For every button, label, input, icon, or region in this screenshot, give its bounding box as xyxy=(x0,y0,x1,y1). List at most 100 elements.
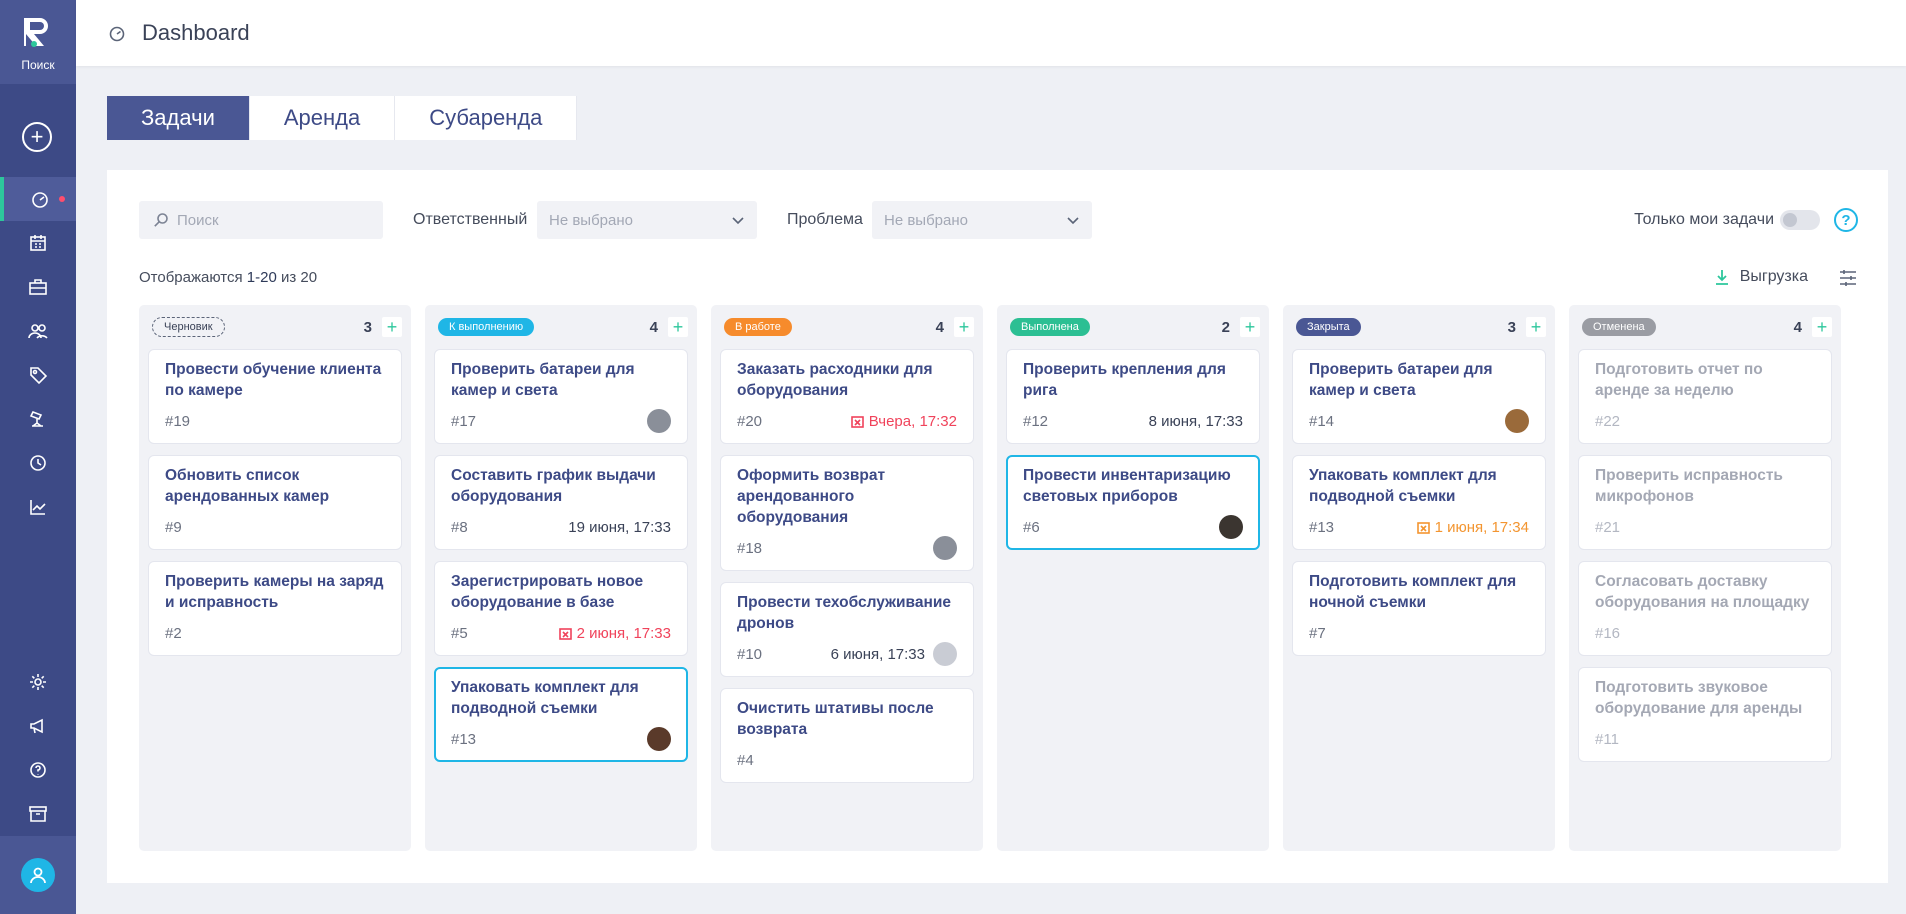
task-meta: 19 июня, 17:33 xyxy=(568,519,671,536)
search-input[interactable]: Поиск xyxy=(139,201,383,239)
add-task-button[interactable]: + xyxy=(954,317,974,337)
responsible-select[interactable]: Не выбрано xyxy=(537,201,757,239)
task-card[interactable]: Оформить возврат арендованного оборудова… xyxy=(720,455,974,571)
results-counter: Отображаются 1-20 из 20 xyxy=(139,269,317,286)
task-due-date: 19 июня, 17:33 xyxy=(568,519,671,536)
task-card[interactable]: Проверить камеры на заряд и исправность #… xyxy=(148,561,402,656)
search-placeholder: Поиск xyxy=(177,211,219,229)
task-meta xyxy=(647,727,671,751)
sidebar-item-reports[interactable] xyxy=(0,485,76,529)
download-icon xyxy=(1715,270,1728,285)
assignee-avatar[interactable] xyxy=(647,727,671,751)
tab-subrent[interactable]: Субаренда xyxy=(395,96,578,140)
task-card[interactable]: Провести инвентаризацию световых приборо… xyxy=(1006,455,1260,550)
task-meta: 8 июня, 17:33 xyxy=(1149,413,1243,430)
user-icon xyxy=(30,867,46,884)
task-meta: 1 июня, 17:34 xyxy=(1416,519,1529,536)
chart-icon xyxy=(30,500,46,515)
columns-settings-icon[interactable] xyxy=(1838,268,1858,288)
task-card[interactable]: Подготовить комплект для ночной съемки #7 xyxy=(1292,561,1546,656)
sidebar-header[interactable]: Поиск xyxy=(0,0,76,84)
sidebar-item-tags[interactable] xyxy=(0,353,76,397)
add-task-button[interactable]: + xyxy=(1526,317,1546,337)
column-count: 4 xyxy=(649,318,658,336)
task-card[interactable]: Проверить крепления для рига #12 8 июня, 1… xyxy=(1006,349,1260,444)
profile-avatar[interactable] xyxy=(21,858,55,892)
task-meta: 6 июня, 17:33 xyxy=(831,642,957,666)
task-id: #14 xyxy=(1309,412,1335,430)
kanban-column: Черновик 3 + Провести обучение клиента по к… xyxy=(139,305,411,851)
task-footer: #11 xyxy=(1595,727,1815,751)
task-card[interactable]: Заказать расходники для оборудования #20 В… xyxy=(720,349,974,444)
task-card[interactable]: Составить график выдачи оборудования #8 19… xyxy=(434,455,688,550)
task-card[interactable]: Зарегистрировать новое оборудование в ба… xyxy=(434,561,688,656)
assignee-avatar[interactable] xyxy=(1505,409,1529,433)
task-due-date: 2 июня, 17:33 xyxy=(558,625,671,642)
task-id: #19 xyxy=(165,412,191,430)
task-card[interactable]: Согласовать доставку оборудования на пло… xyxy=(1578,561,1832,656)
task-footer: #8 19 июня, 17:33 xyxy=(451,515,671,539)
task-card[interactable]: Проверить батареи для камер и света #14 xyxy=(1292,349,1546,444)
add-task-button[interactable]: + xyxy=(668,317,688,337)
task-meta xyxy=(647,409,671,433)
problem-select[interactable]: Не выбрано xyxy=(872,201,1092,239)
task-title: Зарегистрировать новое оборудование в ба… xyxy=(451,573,644,611)
assignee-avatar[interactable] xyxy=(647,409,671,433)
task-footer: #13 xyxy=(451,727,671,751)
add-task-button[interactable]: + xyxy=(1812,317,1832,337)
tab-tasks[interactable]: Задачи xyxy=(107,96,250,140)
task-footer: #6 xyxy=(1023,515,1243,539)
sidebar-item-briefcase[interactable] xyxy=(0,265,76,309)
sidebar-item-settings[interactable] xyxy=(0,660,76,704)
task-id: #7 xyxy=(1309,624,1326,642)
task-card[interactable]: Упаковать комплект для подводной съемки #… xyxy=(434,667,688,762)
assignee-avatar[interactable] xyxy=(1219,515,1243,539)
task-card[interactable]: Провести обучение клиента по камере #19 xyxy=(148,349,402,444)
help-icon[interactable]: ? xyxy=(1834,208,1858,232)
task-footer: #20 Вчера, 17:32 xyxy=(737,409,957,433)
task-card[interactable]: Подготовить звуковое оборудование для ар… xyxy=(1578,667,1832,762)
task-id: #21 xyxy=(1595,518,1621,536)
assignee-avatar[interactable] xyxy=(933,642,957,666)
help-icon xyxy=(30,762,46,778)
responsible-label: Ответственный xyxy=(413,211,528,228)
task-title: Заказать расходники для оборудования xyxy=(737,361,933,399)
task-card[interactable]: Проверить исправность микрофонов #21 xyxy=(1578,455,1832,550)
task-footer: #19 xyxy=(165,409,385,433)
task-card[interactable]: Провести техобслуживание дронов #10 6 июня… xyxy=(720,582,974,677)
add-task-button[interactable]: + xyxy=(1240,317,1260,337)
task-title: Провести обучение клиента по камере xyxy=(165,361,382,399)
task-due-date-text: 19 июня, 17:33 xyxy=(568,518,671,536)
tag-icon xyxy=(30,367,48,385)
export-button[interactable]: Выгрузка xyxy=(1714,268,1808,286)
sidebar-item-archive[interactable] xyxy=(0,792,76,836)
task-title: Оформить возврат арендованного оборудова… xyxy=(737,467,886,526)
task-card[interactable]: Обновить список арендованных камер #9 xyxy=(148,455,402,550)
sidebar-search-label[interactable]: Поиск xyxy=(21,58,54,72)
task-card[interactable]: Очистить штативы после возврата #4 xyxy=(720,688,974,783)
task-card[interactable]: Проверить батареи для камер и света #17 xyxy=(434,349,688,444)
sidebar-item-camera[interactable] xyxy=(0,397,76,441)
only-mine-toggle[interactable] xyxy=(1780,210,1820,230)
add-icon[interactable]: + xyxy=(22,122,52,152)
gear-icon xyxy=(30,674,46,690)
task-title: Провести техобслуживание дронов xyxy=(737,594,951,632)
export-label: Выгрузка xyxy=(1739,268,1808,285)
sidebar-item-dashboard[interactable] xyxy=(0,177,76,221)
task-card[interactable]: Упаковать комплект для подводной съемки #… xyxy=(1292,455,1546,550)
task-footer: #16 xyxy=(1595,621,1815,645)
sidebar-item-history[interactable] xyxy=(0,441,76,485)
sidebar-item-announcements[interactable] xyxy=(0,704,76,748)
column-count: 3 xyxy=(363,318,372,336)
tab-rent[interactable]: Аренда xyxy=(249,96,396,140)
sidebar-item-calendar[interactable] xyxy=(0,221,76,265)
task-footer: #9 xyxy=(165,515,385,539)
task-card[interactable]: Подготовить отчет по аренде за неделю #22 xyxy=(1578,349,1832,444)
task-due-date: 8 июня, 17:33 xyxy=(1149,413,1243,430)
sidebar-item-help[interactable] xyxy=(0,748,76,792)
task-footer: #14 xyxy=(1309,409,1529,433)
sidebar-item-users[interactable] xyxy=(0,309,76,353)
column-actions: 3 + xyxy=(1508,317,1546,337)
add-task-button[interactable]: + xyxy=(382,317,402,337)
assignee-avatar[interactable] xyxy=(933,536,957,560)
